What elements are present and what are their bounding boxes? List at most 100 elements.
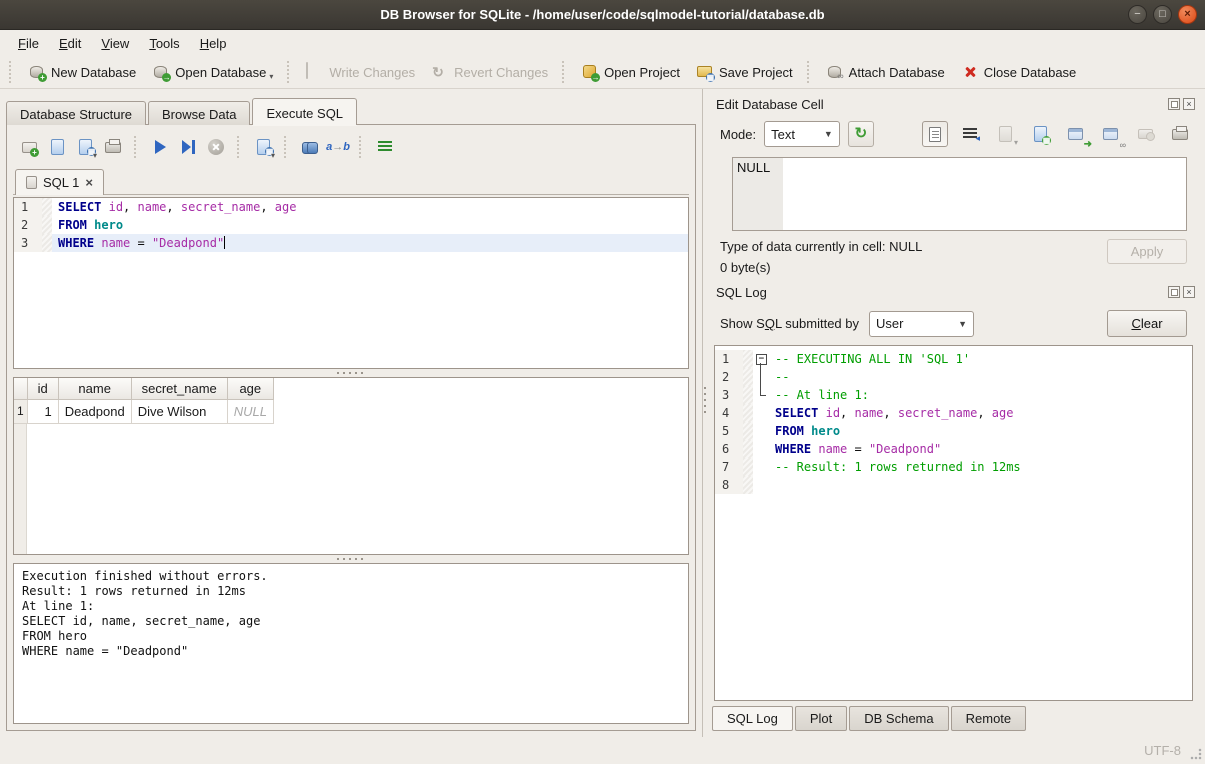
cell-value-editor[interactable]: NULL xyxy=(732,157,1187,231)
column-header-id[interactable]: id xyxy=(27,378,58,399)
menu-file[interactable]: File xyxy=(8,32,49,55)
line-number: 2 xyxy=(715,368,743,386)
float-dock-icon[interactable] xyxy=(1168,98,1180,110)
sql-log-title: SQL Log xyxy=(716,285,1168,300)
find-replace-icon[interactable]: a→b xyxy=(326,135,350,159)
code-text: -- Result: 1 rows returned in 12ms xyxy=(769,458,1192,476)
corner-cell xyxy=(14,378,27,399)
sql-editor[interactable]: 1SELECT id, name, secret_name, age2FROM … xyxy=(13,197,689,369)
bottom-tab-bar: SQL Log Plot DB Schema Remote xyxy=(710,701,1199,737)
line-number: 8 xyxy=(715,476,743,494)
submitter-select[interactable]: User ▼ xyxy=(869,311,974,337)
export-cell-icon[interactable]: ➜ xyxy=(1062,121,1088,147)
attach-database-button[interactable]: ∞ Attach Database xyxy=(819,59,952,85)
word-wrap-icon[interactable] xyxy=(957,121,983,147)
sql-tab-close-icon[interactable]: × xyxy=(85,178,93,188)
line-number: 1 xyxy=(715,350,743,368)
execute-all-icon[interactable] xyxy=(148,135,172,159)
code-line: 2FROM hero xyxy=(14,216,688,234)
line-number: 4 xyxy=(715,404,743,422)
save-sql-file-icon[interactable]: ▦▾ xyxy=(73,135,97,159)
fold-marker-icon[interactable] xyxy=(753,350,769,368)
fold-guide xyxy=(753,422,769,440)
results-table[interactable]: id name secret_name age 1 1 Deadpond Div… xyxy=(14,378,274,424)
close-dock-icon[interactable]: × xyxy=(1183,98,1195,110)
print-sql-icon[interactable] xyxy=(101,135,125,159)
fold-guide xyxy=(753,368,769,386)
cell-age[interactable]: NULL xyxy=(227,399,273,423)
tab-db-schema[interactable]: DB Schema xyxy=(849,706,948,731)
fold-margin xyxy=(42,216,52,234)
line-number: 3 xyxy=(715,386,743,404)
tab-database-structure[interactable]: Database Structure xyxy=(6,101,146,125)
format-sql-icon[interactable] xyxy=(373,135,397,159)
cell-value: NULL xyxy=(737,160,770,175)
open-database-button[interactable]: → Open Database ▾ xyxy=(145,59,280,85)
main-tab-bar: Database Structure Browse Data Execute S… xyxy=(6,98,702,125)
execute-line-icon[interactable] xyxy=(176,135,200,159)
cell-name[interactable]: Deadpond xyxy=(58,399,131,423)
save-project-icon: ▦ xyxy=(696,63,714,81)
text-mode-icon[interactable] xyxy=(922,121,948,147)
close-dock-icon[interactable]: × xyxy=(1183,286,1195,298)
code-line: 1SELECT id, name, secret_name, age xyxy=(14,198,688,216)
fold-guide xyxy=(753,386,769,404)
sql-log-view[interactable]: 1-- EXECUTING ALL IN 'SQL 1'2--3-- At li… xyxy=(714,345,1193,701)
maximize-button[interactable]: □ xyxy=(1153,5,1172,24)
save-cell-icon: ▾ xyxy=(992,121,1018,147)
toolbar-separator xyxy=(284,136,289,158)
tab-plot[interactable]: Plot xyxy=(795,706,847,731)
find-icon[interactable] xyxy=(298,135,322,159)
open-project-button[interactable]: → Open Project xyxy=(574,59,687,85)
save-project-button[interactable]: ▦ Save Project xyxy=(689,59,800,85)
line-number: 6 xyxy=(715,440,743,458)
sql-tab-1[interactable]: SQL 1 × xyxy=(15,169,104,195)
tab-sql-log[interactable]: SQL Log xyxy=(712,706,793,731)
fold-guide xyxy=(753,476,769,494)
app-window: DB Browser for SQLite - /home/user/code/… xyxy=(0,0,1205,764)
cell-id[interactable]: 1 xyxy=(27,399,58,423)
execution-message: Execution finished without errors. Resul… xyxy=(22,569,680,659)
menu-edit[interactable]: Edit xyxy=(49,32,91,55)
titlebar: DB Browser for SQLite - /home/user/code/… xyxy=(0,0,1205,30)
tab-execute-sql[interactable]: Execute SQL xyxy=(252,98,357,125)
menu-view[interactable]: View xyxy=(91,32,139,55)
table-row: 1 1 Deadpond Dive Wilson NULL xyxy=(14,399,273,423)
close-button[interactable]: × xyxy=(1178,5,1197,24)
menu-help[interactable]: Help xyxy=(190,32,237,55)
menu-tools[interactable]: Tools xyxy=(139,32,189,55)
toolbar-separator xyxy=(359,136,364,158)
encoding-indicator[interactable]: UTF-8 xyxy=(1144,743,1181,758)
column-header-secret-name[interactable]: secret_name xyxy=(131,378,227,399)
row-header[interactable]: 1 xyxy=(14,399,27,423)
close-database-button[interactable]: Close Database xyxy=(954,59,1084,85)
export-results-icon[interactable]: ▦▾ xyxy=(251,135,275,159)
toolbar-separator xyxy=(237,136,242,158)
float-dock-icon[interactable] xyxy=(1168,286,1180,298)
set-null-icon xyxy=(1132,121,1158,147)
open-sql-file-icon[interactable] xyxy=(45,135,69,159)
fold-margin xyxy=(743,368,753,386)
print-cell-icon[interactable] xyxy=(1167,121,1193,147)
minimize-button[interactable]: − xyxy=(1128,5,1147,24)
column-header-name[interactable]: name xyxy=(58,378,131,399)
editor-results-splitter[interactable] xyxy=(13,369,689,377)
new-sql-tab-icon[interactable]: + xyxy=(17,135,41,159)
panel-splitter[interactable] xyxy=(702,89,706,737)
import-cell-icon[interactable]: ▦ xyxy=(1027,121,1053,147)
open-database-dropdown-icon[interactable]: ▾ xyxy=(269,72,273,81)
auto-mode-gear-icon[interactable]: ↻ xyxy=(848,121,874,147)
resize-grip-icon[interactable] xyxy=(1190,748,1202,760)
tab-remote[interactable]: Remote xyxy=(951,706,1027,731)
fold-margin xyxy=(743,422,753,440)
column-header-age[interactable]: age xyxy=(227,378,273,399)
link-cell-icon[interactable]: ∞ xyxy=(1097,121,1123,147)
results-message-splitter[interactable] xyxy=(13,555,689,563)
toolbar-separator xyxy=(287,61,292,83)
cell-secret-name[interactable]: Dive Wilson xyxy=(131,399,227,423)
new-database-button[interactable]: + New Database xyxy=(21,59,143,85)
edit-cell-dock-title: Edit Database Cell × xyxy=(710,93,1199,115)
mode-select[interactable]: Text ▼ xyxy=(764,121,840,147)
clear-button[interactable]: Clear xyxy=(1107,310,1187,337)
tab-browse-data[interactable]: Browse Data xyxy=(148,101,250,125)
